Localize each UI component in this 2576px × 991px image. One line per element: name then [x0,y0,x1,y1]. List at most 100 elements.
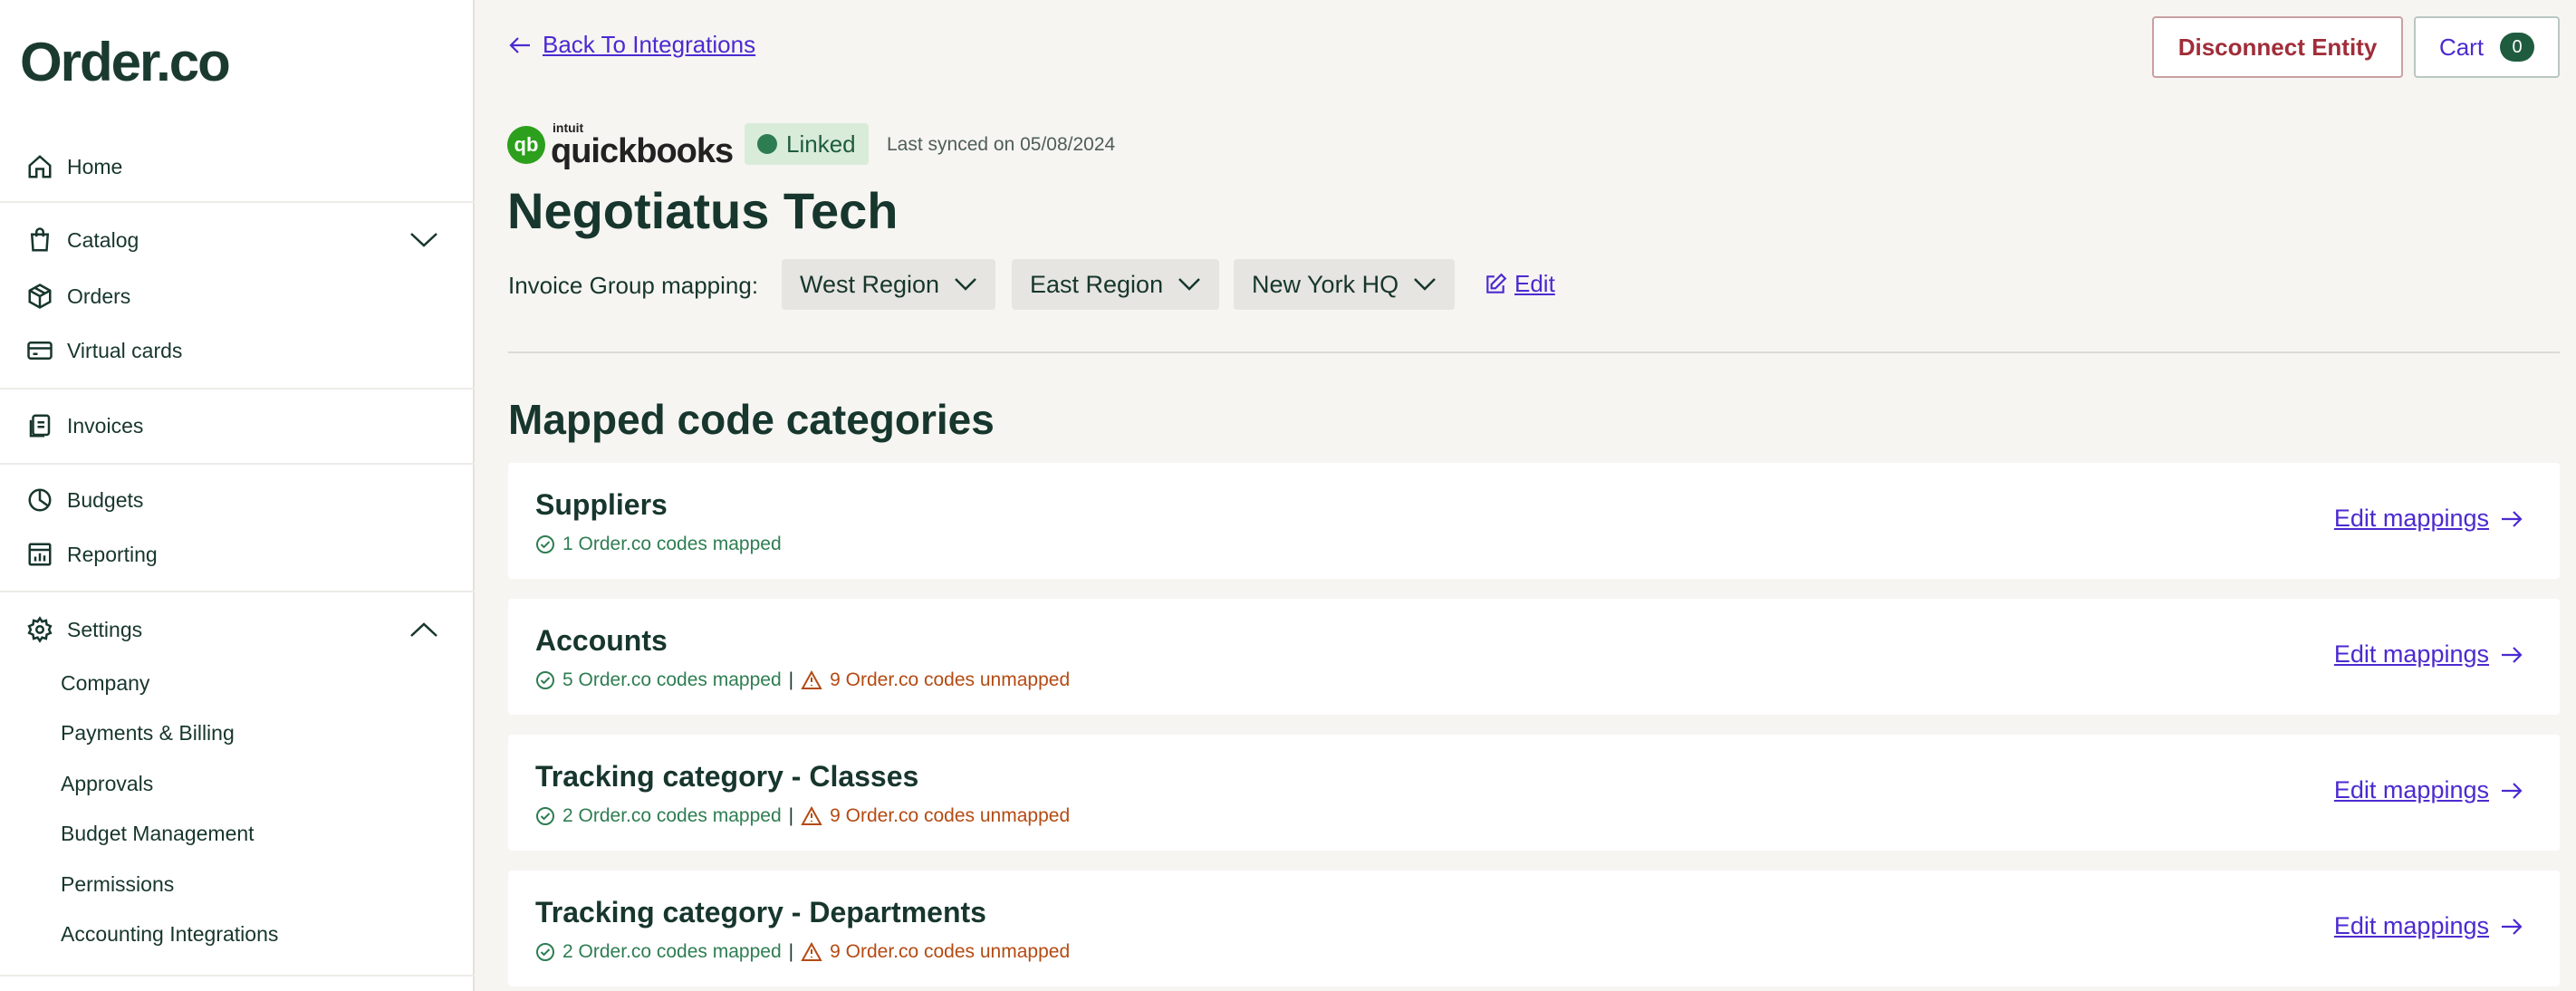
arrow-right-icon [2502,918,2523,935]
edit-mappings-label: Edit mappings [2333,640,2489,668]
edit-mappings-link[interactable]: Edit mappings [2334,640,2523,669]
settings-sub-payments-billing[interactable]: Payments & Billing [61,721,235,746]
chevron-up-icon[interactable] [408,616,440,643]
mapped-status: 2 Order.co codes mapped [535,941,782,963]
pie-chart-icon [25,486,54,515]
edit-mappings-label: Edit mappings [2333,912,2489,939]
edit-mappings-label: Edit mappings [2333,776,2489,803]
sidebar-divider [0,463,475,465]
chevron-down-icon [1414,278,1436,291]
edit-link-label: Edit [1514,270,1555,297]
warning-triangle-icon [801,942,822,961]
edit-mappings-link[interactable]: Edit mappings [2334,505,2523,533]
region-select-west[interactable]: West Region [782,259,996,310]
settings-sub-company[interactable]: Company [61,671,149,696]
sidebar-item-virtual-cards[interactable]: Virtual cards [25,332,182,369]
page-title: Negotiatus Tech [507,182,899,239]
gear-icon [25,615,54,644]
sidebar-item-home[interactable]: Home [25,149,122,185]
arrow-left-icon [509,36,530,53]
status-separator: | [788,941,794,962]
settings-sub-accounting-integrations[interactable]: Accounting Integrations [61,922,278,947]
sidebar-item-invoices[interactable]: Invoices [25,408,143,444]
sidebar-item-label: Virtual cards [67,338,183,362]
credit-card-icon [25,336,54,365]
check-circle-icon [536,943,554,961]
sidebar-item-label: Invoices [67,413,144,438]
invoice-group-mapping-label: Invoice Group mapping: [508,272,759,299]
cart-label: Cart [2438,33,2485,61]
check-circle-icon [536,535,554,553]
home-icon [25,152,54,181]
category-name: Tracking category - Classes [535,760,919,793]
sidebar-item-label: Budgets [67,487,144,512]
chevron-down-icon [955,278,976,291]
check-circle-icon [536,671,554,689]
unmapped-status: 9 Order.co codes unmapped [801,669,1070,691]
status-separator: | [788,805,794,826]
category-status: 1 Order.co codes mapped [535,534,782,555]
mapped-status: 2 Order.co codes mapped [535,805,782,827]
warning-triangle-icon [801,670,822,689]
region-select-new-york[interactable]: New York HQ [1234,259,1456,310]
category-status: 5 Order.co codes mapped | 9 Order.co cod… [535,669,1070,691]
disconnect-entity-button[interactable]: Disconnect Entity [2152,16,2403,78]
arrow-right-icon [2502,782,2523,799]
category-name: Tracking category - Departments [535,896,986,928]
sidebar-item-label: Home [67,154,123,178]
chevron-down-icon[interactable] [408,226,440,254]
settings-sub-approvals[interactable]: Approvals [61,772,153,796]
edit-mappings-link[interactable]: Edit mappings [2334,912,2523,940]
sidebar-item-catalog[interactable]: Catalog [25,222,139,258]
category-status: 2 Order.co codes mapped | 9 Order.co cod… [535,805,1070,827]
sidebar-item-reporting[interactable]: Reporting [25,536,158,572]
app-logo[interactable]: Order.co [20,31,231,93]
sidebar: Order.co Home Catalog Orders Virtual car… [0,0,475,991]
region-select-label: West Region [800,270,940,298]
check-circle-icon [536,807,554,825]
reporting-icon [25,540,54,569]
mapped-count: 2 Order.co codes mapped [562,941,782,962]
back-link-label: Back To Integrations [543,31,756,58]
status-label: Linked [786,130,856,158]
settings-sub-budget-management[interactable]: Budget Management [61,822,255,846]
category-card: Tracking category - Departments 2 Order.… [508,871,2560,986]
status-dot-icon [757,134,777,154]
warning-triangle-icon [801,806,822,825]
region-select-east[interactable]: East Region [1012,259,1220,310]
unmapped-count: 9 Order.co codes unmapped [830,669,1071,690]
brand-quickbooks: quickbooks [551,132,734,170]
category-name: Suppliers [535,488,668,521]
cart-count-badge: 0 [2500,33,2535,62]
mapped-status: 5 Order.co codes mapped [535,669,782,691]
category-card: Suppliers 1 Order.co codes mapped Edit m… [508,463,2560,579]
sidebar-divider [0,591,475,592]
last-synced-text: Last synced on 05/08/2024 [887,134,1116,155]
sidebar-item-settings[interactable]: Settings [25,611,142,648]
sidebar-item-label: Settings [67,617,143,641]
sidebar-divider [0,388,475,390]
edit-mappings-link[interactable]: Edit mappings [2334,776,2523,804]
settings-sub-permissions[interactable]: Permissions [61,872,174,897]
unmapped-count: 9 Order.co codes unmapped [830,941,1071,962]
region-select-label: New York HQ [1252,270,1399,298]
back-to-integrations-link[interactable]: Back To Integrations [508,31,755,59]
invoice-icon [25,411,54,440]
edit-mapping-link[interactable]: Edit [1484,270,1555,298]
shopping-bag-icon [25,226,54,255]
cart-button[interactable]: Cart 0 [2414,16,2560,78]
sidebar-item-budgets[interactable]: Budgets [25,482,143,518]
unmapped-status: 9 Order.co codes unmapped [801,805,1070,827]
chevron-down-icon [1178,278,1200,291]
arrow-right-icon [2502,510,2523,527]
package-icon [25,282,54,311]
category-status: 2 Order.co codes mapped | 9 Order.co cod… [535,941,1070,963]
unmapped-status: 9 Order.co codes unmapped [801,941,1070,963]
edit-mappings-label: Edit mappings [2333,505,2489,532]
category-name: Accounts [535,624,668,657]
mapped-status: 1 Order.co codes mapped [535,534,782,555]
category-card: Tracking category - Classes 2 Order.co c… [508,735,2560,851]
sidebar-item-orders[interactable]: Orders [25,278,130,314]
quickbooks-logo: qb intuit quickbooks [507,121,734,170]
mapped-count: 2 Order.co codes mapped [562,805,782,826]
